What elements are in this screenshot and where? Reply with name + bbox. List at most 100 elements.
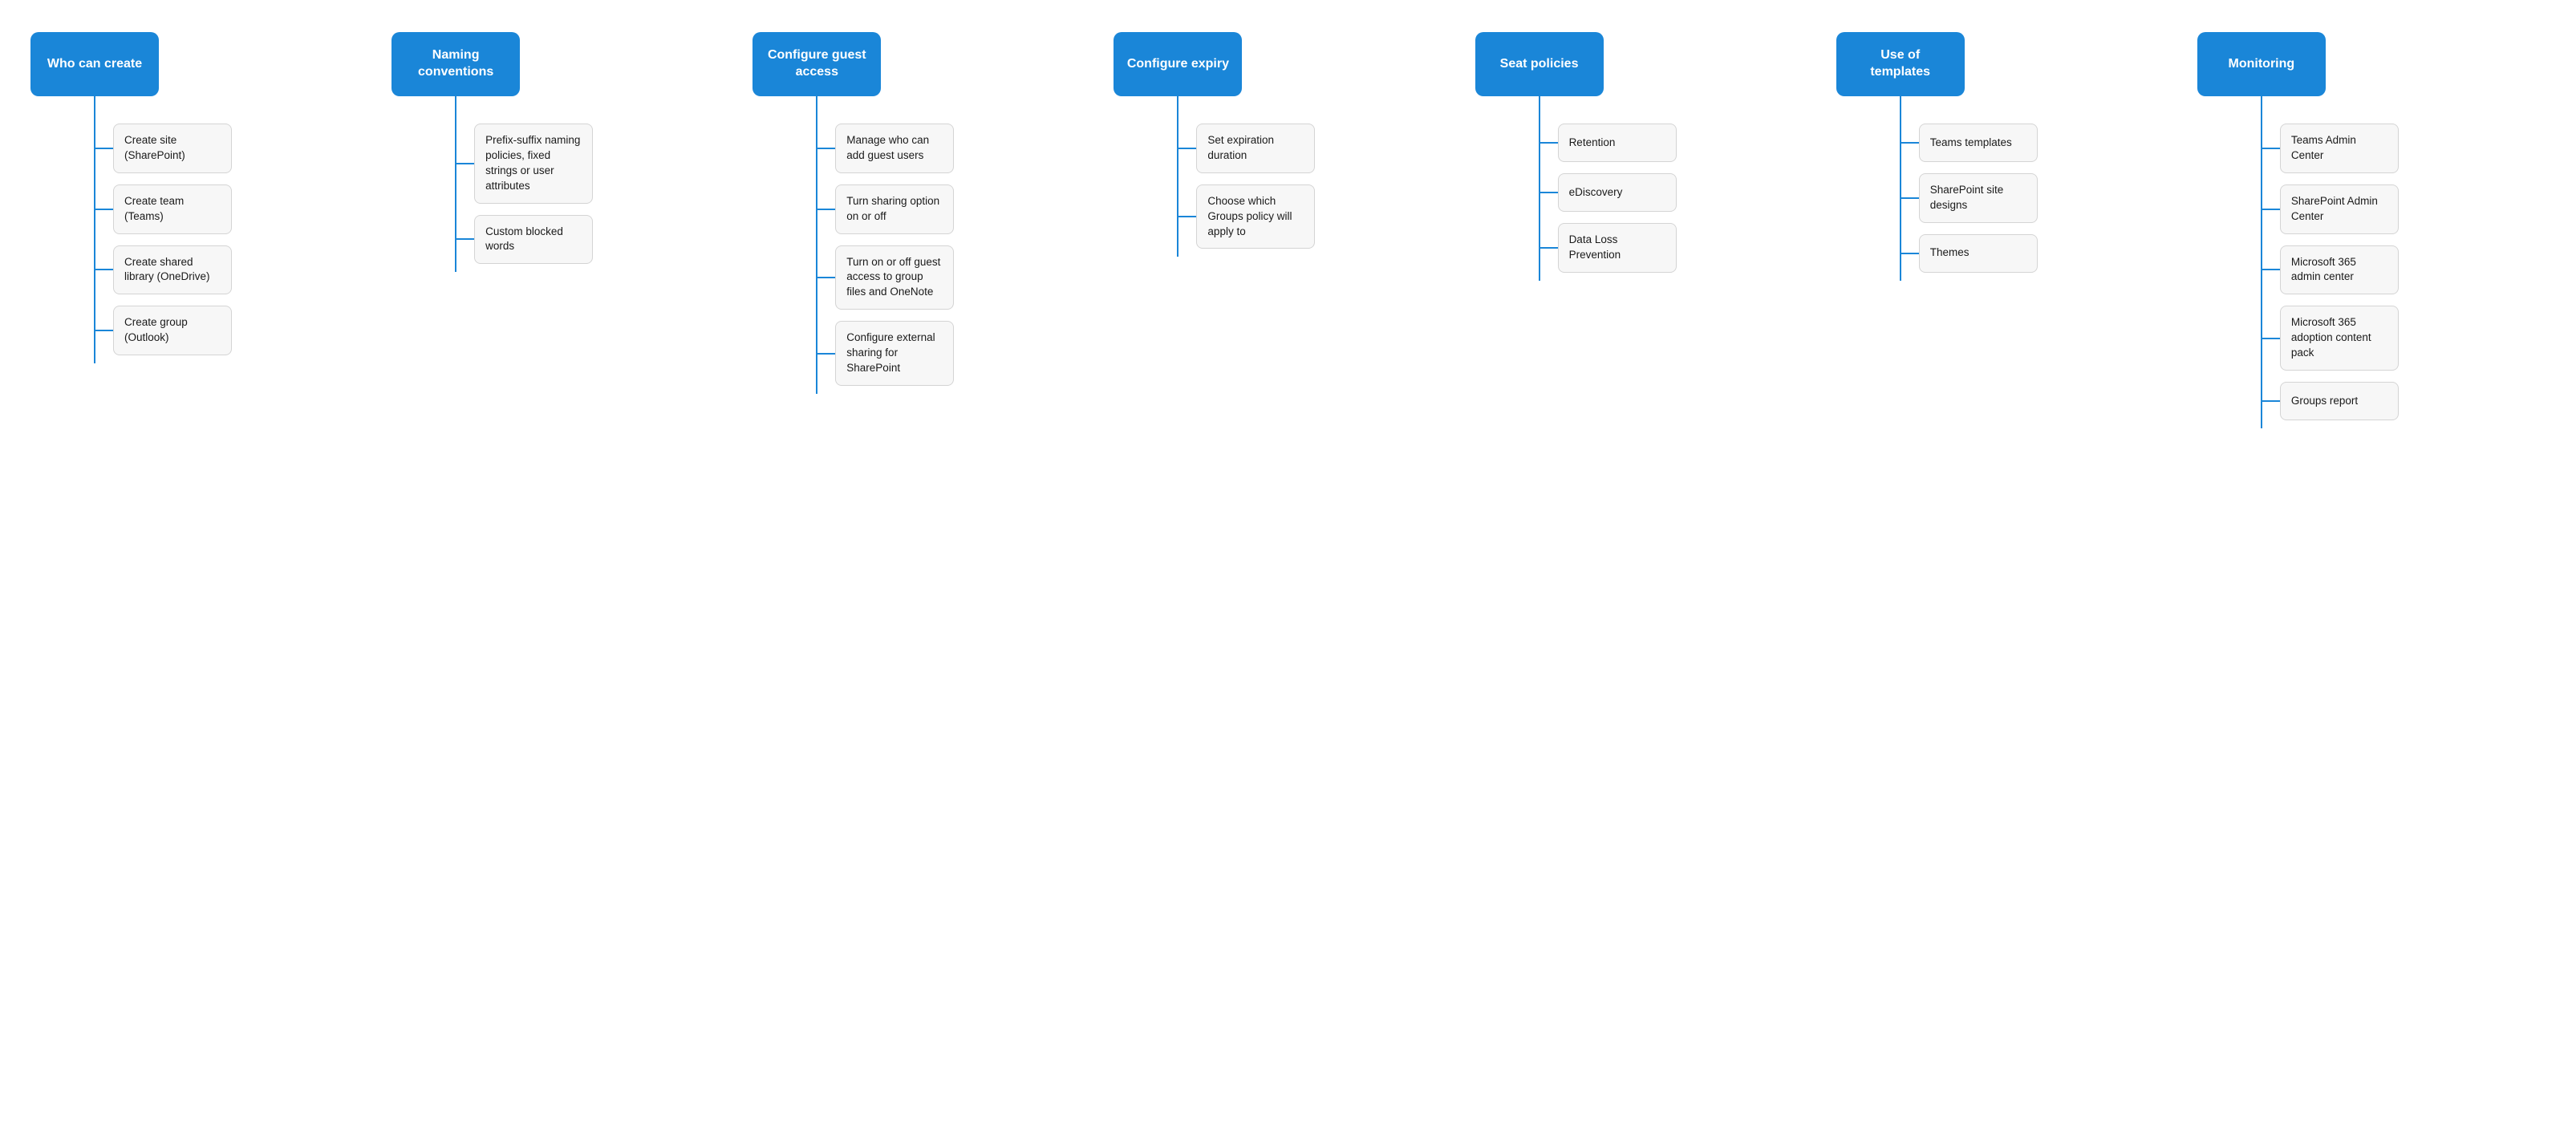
horizontal-line (2262, 209, 2280, 210)
horizontal-line (95, 148, 113, 149)
item-card: Set expiration duration (1196, 124, 1315, 173)
item-row: Groups report (2262, 382, 2399, 420)
item-row: SharePoint Admin Center (2262, 184, 2399, 234)
item-card: Prefix-suffix naming policies, fixed str… (474, 124, 593, 204)
body-row-naming-conventions: Prefix-suffix naming policies, fixed str… (391, 116, 593, 272)
column-header-monitoring: Monitoring (2197, 32, 2326, 96)
horizontal-line (817, 277, 835, 278)
item-card: Teams templates (1919, 124, 2038, 162)
item-row: SharePoint site designs (1901, 173, 2038, 223)
horizontal-line (1901, 197, 1919, 199)
item-card: eDiscovery (1558, 173, 1677, 212)
item-card: Themes (1919, 234, 2038, 273)
item-row: Microsoft 365 admin center (2262, 245, 2399, 295)
item-row: Microsoft 365 adoption content pack (2262, 306, 2399, 371)
items-list-monitoring: Teams Admin Center SharePoint Admin Cente… (2262, 116, 2399, 428)
item-card: Groups report (2280, 382, 2399, 420)
item-card: Data Loss Prevention (1558, 223, 1677, 273)
horizontal-line (95, 330, 113, 331)
item-row: Teams Admin Center (2262, 124, 2399, 173)
horizontal-line (1178, 148, 1196, 149)
header-connector-seat-policies (1539, 96, 1540, 116)
horizontal-line (1901, 142, 1919, 144)
item-row: Turn sharing option on or off (817, 184, 954, 234)
horizontal-line (95, 269, 113, 270)
column-seat-policies: Seat policies Retention eDiscovery Data Los… (1469, 32, 1830, 281)
item-row: Create site (SharePoint) (95, 124, 232, 173)
items-list-configure-expiry: Set expiration duration Choose which Grou… (1178, 116, 1315, 257)
item-row: Create shared library (OneDrive) (95, 245, 232, 295)
body-row-configure-guest-access: Manage who can add guest users Turn shari… (753, 116, 954, 394)
item-card: Create group (Outlook) (113, 306, 232, 355)
item-card: Create shared library (OneDrive) (113, 245, 232, 295)
header-connector-naming-conventions (455, 96, 456, 116)
item-card: SharePoint Admin Center (2280, 184, 2399, 234)
horizontal-line (456, 163, 474, 164)
horizontal-line (1540, 192, 1558, 193)
horizontal-line (817, 353, 835, 355)
item-card: Manage who can add guest users (835, 124, 954, 173)
column-use-of-templates: Use of templatesTeams templatesSharePoin… (1830, 32, 2191, 281)
item-row: Data Loss Prevention (1540, 223, 1677, 273)
horizontal-line (2262, 338, 2280, 339)
body-row-configure-expiry: Set expiration duration Choose which Grou… (1114, 116, 1315, 257)
item-row: Set expiration duration (1178, 124, 1315, 173)
horizontal-line (817, 148, 835, 149)
column-who-can-create: Who can createCreate site (SharePoint)Cr… (24, 32, 385, 363)
column-monitoring: Monitoring Teams Admin Center SharePoint A… (2191, 32, 2552, 428)
item-card: Configure external sharing for SharePoin… (835, 321, 954, 386)
horizontal-line (2262, 400, 2280, 402)
item-card: Custom blocked words (474, 215, 593, 265)
item-card: Microsoft 365 admin center (2280, 245, 2399, 295)
item-row: Teams templates (1901, 124, 2038, 162)
column-configure-guest-access: Configure guest access Manage who can add… (746, 32, 1107, 394)
horizontal-line (1178, 216, 1196, 217)
item-row: Create group (Outlook) (95, 306, 232, 355)
items-list-naming-conventions: Prefix-suffix naming policies, fixed str… (456, 116, 593, 272)
body-row-who-can-create: Create site (SharePoint) Create team (Tea… (30, 116, 232, 363)
item-card: Turn sharing option on or off (835, 184, 954, 234)
item-row: Custom blocked words (456, 215, 593, 265)
item-row: Themes (1901, 234, 2038, 273)
item-card: Choose which Groups policy will apply to (1196, 184, 1315, 249)
item-card: Create team (Teams) (113, 184, 232, 234)
column-header-seat-policies: Seat policies (1475, 32, 1604, 96)
header-connector-use-of-templates (1900, 96, 1901, 116)
header-connector-monitoring (2261, 96, 2262, 116)
column-header-who-can-create: Who can create (30, 32, 159, 96)
items-list-seat-policies: Retention eDiscovery Data Loss Prevention (1540, 116, 1677, 281)
header-connector-configure-guest-access (816, 96, 817, 116)
item-row: Prefix-suffix naming policies, fixed str… (456, 124, 593, 204)
column-header-configure-guest-access: Configure guest access (753, 32, 881, 96)
items-list-use-of-templates: Teams templates SharePoint site designs Th… (1901, 116, 2038, 281)
horizontal-line (1540, 142, 1558, 144)
item-row: Create team (Teams) (95, 184, 232, 234)
items-list-who-can-create: Create site (SharePoint) Create team (Tea… (95, 116, 232, 363)
body-row-use-of-templates: Teams templates SharePoint site designs Th… (1836, 116, 2038, 281)
diagram: Who can createCreate site (SharePoint)Cr… (24, 32, 2552, 428)
item-row: Choose which Groups policy will apply to (1178, 184, 1315, 249)
item-card: Teams Admin Center (2280, 124, 2399, 173)
item-card: Turn on or off guest access to group fil… (835, 245, 954, 310)
column-naming-conventions: Naming conventions Prefix-suffix naming p… (385, 32, 746, 272)
header-connector-configure-expiry (1177, 96, 1178, 116)
horizontal-line (817, 209, 835, 210)
horizontal-line (456, 238, 474, 240)
item-card: SharePoint site designs (1919, 173, 2038, 223)
horizontal-line (2262, 148, 2280, 149)
item-card: Microsoft 365 adoption content pack (2280, 306, 2399, 371)
items-list-configure-guest-access: Manage who can add guest users Turn shari… (817, 116, 954, 394)
column-configure-expiry: Configure expiry Set expiration duration C… (1107, 32, 1468, 257)
body-row-monitoring: Teams Admin Center SharePoint Admin Cente… (2197, 116, 2399, 428)
item-card: Retention (1558, 124, 1677, 162)
item-row: Retention (1540, 124, 1677, 162)
item-row: Turn on or off guest access to group fil… (817, 245, 954, 310)
horizontal-line (95, 209, 113, 210)
body-row-seat-policies: Retention eDiscovery Data Loss Prevention (1475, 116, 1677, 281)
horizontal-line (1540, 247, 1558, 249)
column-header-configure-expiry: Configure expiry (1114, 32, 1242, 96)
horizontal-line (1901, 253, 1919, 254)
item-row: Configure external sharing for SharePoin… (817, 321, 954, 386)
column-header-naming-conventions: Naming conventions (391, 32, 520, 96)
item-row: eDiscovery (1540, 173, 1677, 212)
